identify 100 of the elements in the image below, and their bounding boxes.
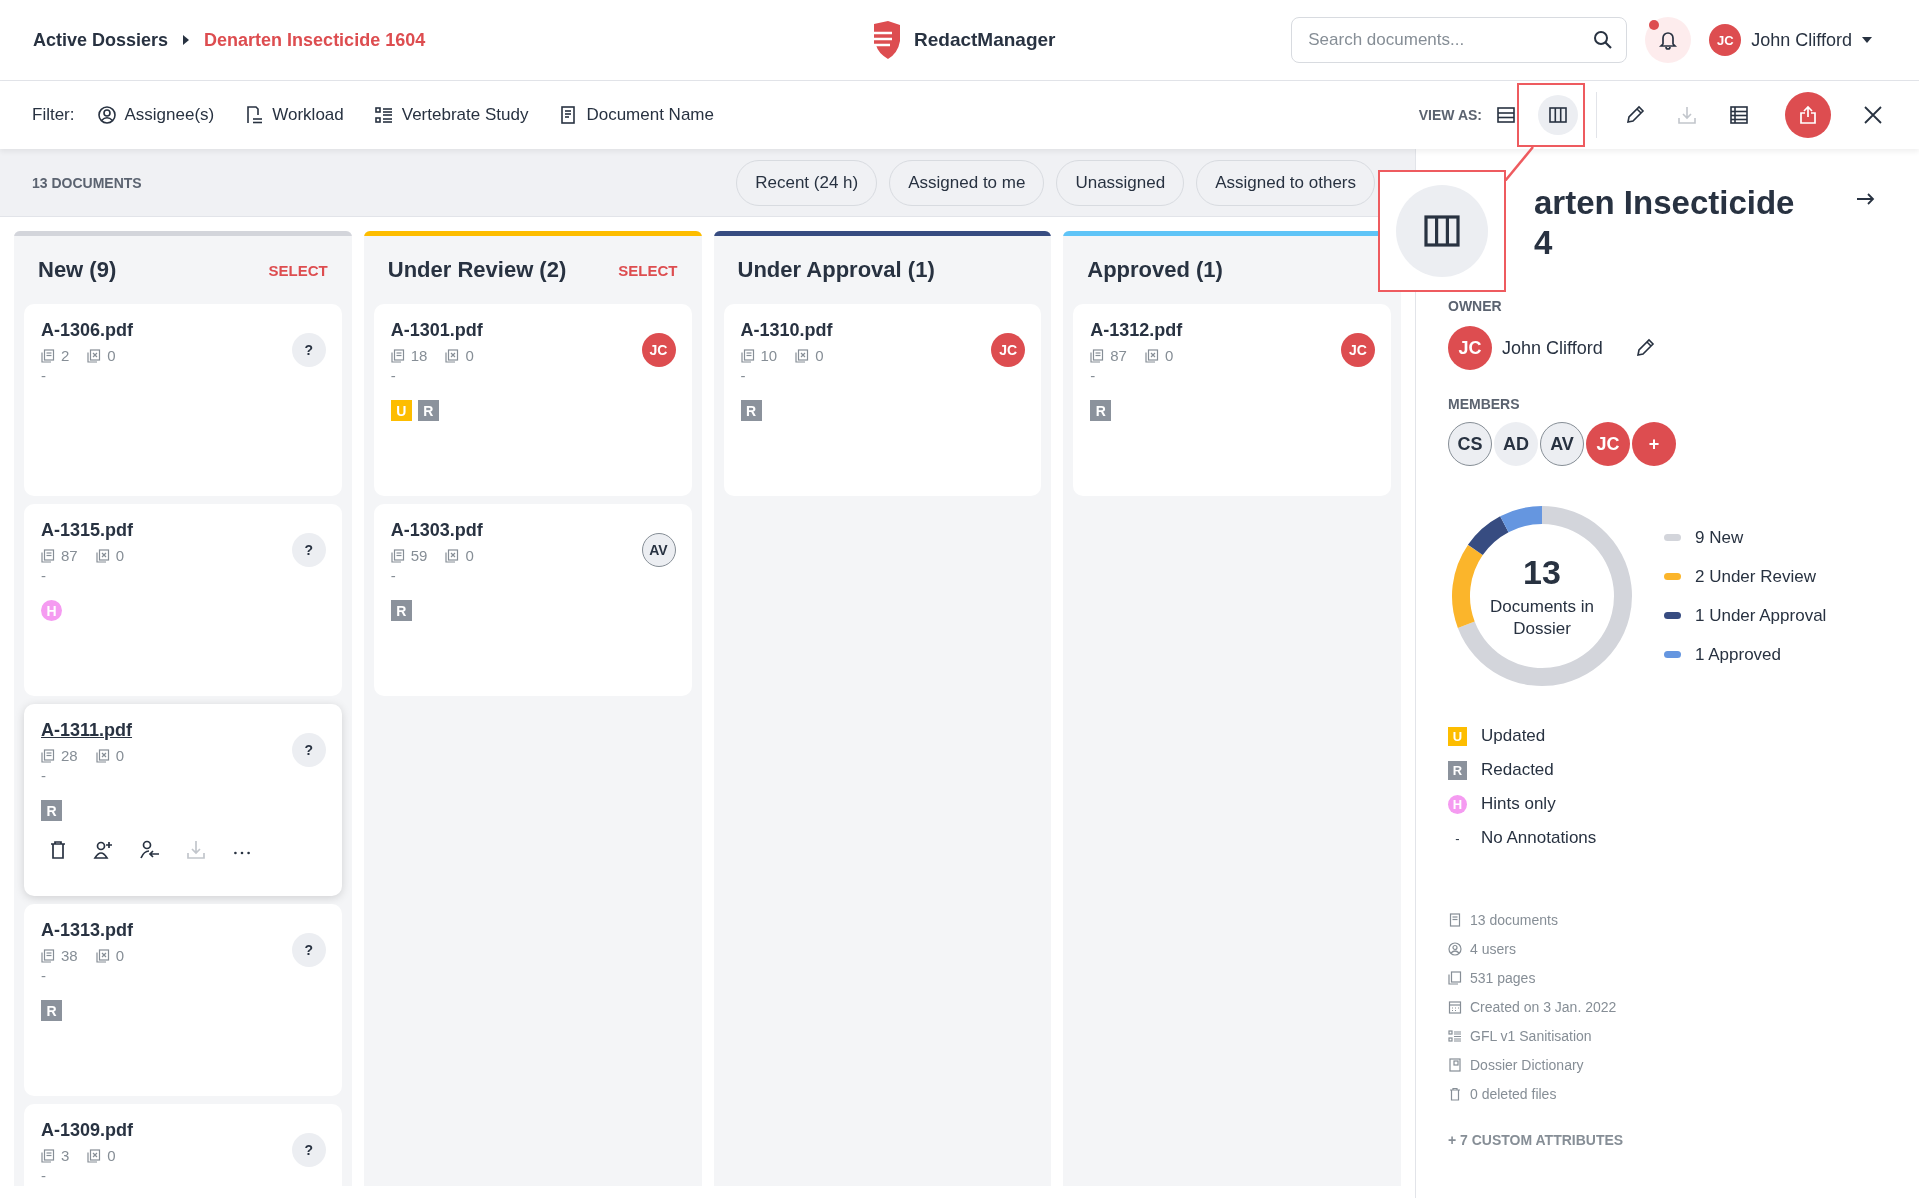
breadcrumb-link[interactable]: Active Dossiers [33, 29, 169, 51]
owner-label: OWNER [1448, 298, 1503, 315]
annotation-note: - [41, 967, 47, 984]
file-name[interactable]: A-1303.pdf [390, 520, 486, 541]
pencil-icon[interactable] [1634, 338, 1655, 359]
export-button[interactable] [1785, 92, 1831, 138]
pages-icon [390, 348, 405, 363]
assign-me-button[interactable] [139, 839, 161, 861]
file-name[interactable]: A-1310.pdf [740, 320, 836, 341]
caret-icon [1862, 37, 1872, 43]
search-icon [1593, 30, 1614, 50]
assignee-avatar: ? [291, 933, 326, 967]
add-member-button[interactable]: + [1632, 422, 1676, 467]
assignee-avatar: ? [291, 333, 326, 367]
document-card[interactable]: A-1303.pdf 59 0 - AV R [373, 504, 692, 696]
quick-filter-chip[interactable]: Assigned to others [1196, 159, 1375, 206]
owner-name: John Clifford [1502, 337, 1603, 359]
document-card[interactable]: A-1310.pdf 10 0 - JC R [723, 304, 1042, 496]
list-icon [1448, 1029, 1462, 1044]
select-link[interactable]: SELECT [268, 261, 328, 279]
dossier-stat: GFL v1 Sanitisation [1470, 1028, 1592, 1045]
document-card[interactable]: A-1306.pdf 2 0 - ? [24, 304, 342, 496]
status-badge: U [1448, 726, 1467, 746]
document-card[interactable]: A-1315.pdf 87 0 - ? H [24, 504, 342, 696]
status-badge: U [390, 400, 412, 421]
status-badge: R [41, 800, 62, 821]
excluded-pages-icon [445, 348, 460, 363]
excluded-count: 0 [815, 347, 824, 364]
file-name[interactable]: A-1306.pdf [41, 320, 134, 341]
notifications-button[interactable] [1645, 17, 1692, 63]
filter-button[interactable]: Workload [244, 105, 344, 125]
quick-filter-chip[interactable]: Unassigned [1056, 159, 1185, 206]
pages-icon [1090, 348, 1105, 363]
user-menu[interactable]: JC John Clifford [1709, 24, 1872, 56]
annotation-note: - [1090, 367, 1097, 384]
assignee-avatar: ? [291, 1133, 326, 1167]
download-icon [1677, 105, 1697, 125]
file-name[interactable]: A-1301.pdf [390, 320, 486, 341]
excluded-count: 0 [115, 747, 125, 764]
board-view-button[interactable] [1538, 95, 1578, 135]
status-badge: R [417, 400, 439, 421]
select-link[interactable]: SELECT [618, 261, 678, 279]
member-avatar: JC [1586, 422, 1630, 467]
excluded-pages-icon [87, 348, 102, 363]
excluded-pages-icon [95, 548, 110, 563]
filter-button[interactable]: Document Name [558, 105, 714, 125]
document-card[interactable]: A-1312.pdf 87 0 - JC R [1073, 304, 1391, 496]
page-count: 18 [410, 347, 428, 364]
members-label: MEMBERS [1448, 396, 1521, 413]
member-avatar: AV [1540, 422, 1584, 467]
quick-filter-chip[interactable]: Recent (24 h) [736, 159, 878, 206]
document-card[interactable]: A-1309.pdf 3 0 - ? [24, 1104, 342, 1186]
file-name[interactable]: A-1311.pdf [41, 720, 137, 741]
app-name: RedactManager [914, 29, 1056, 51]
assignee-avatar: ? [291, 733, 326, 767]
excluded-pages-icon [95, 748, 110, 763]
column-title: Approved (1) [1087, 257, 1223, 283]
calendar-icon [1448, 1000, 1462, 1015]
bell-icon [1658, 30, 1679, 50]
excluded-count: 0 [465, 547, 474, 564]
dossier-stat: Dossier Dictionary [1470, 1057, 1584, 1074]
table-icon [1729, 105, 1749, 125]
columns-icon [1548, 105, 1568, 125]
excluded-count: 0 [465, 347, 474, 364]
dossier-stat: 13 documents [1470, 912, 1558, 929]
view-as-label: VIEW AS: [1418, 107, 1482, 123]
arrow-right-icon[interactable] [1857, 193, 1875, 205]
document-card[interactable]: A-1313.pdf 38 0 - ? R [24, 904, 342, 1096]
legend-label: Redacted [1481, 760, 1554, 781]
assign-button[interactable] [93, 839, 115, 861]
status-badge: R [1090, 400, 1112, 421]
trash-icon [1448, 1087, 1462, 1102]
file-name[interactable]: A-1313.pdf [41, 920, 137, 941]
pages-icon [41, 948, 55, 963]
annotation-note: - [740, 367, 747, 384]
file-name[interactable]: A-1309.pdf [41, 1120, 134, 1141]
page-count: 10 [760, 347, 778, 364]
filter-button[interactable]: Vertebrate Study [373, 105, 529, 125]
filter-button[interactable]: Assignee(s) [96, 105, 215, 125]
filter-label: Filter: [32, 105, 75, 125]
file-name[interactable]: A-1312.pdf [1090, 320, 1186, 341]
excluded-count: 0 [115, 947, 125, 964]
excluded-pages-icon [1144, 348, 1159, 363]
excluded-pages-icon [95, 948, 110, 963]
status-badge: H [1448, 794, 1467, 814]
excluded-count: 0 [115, 547, 125, 564]
user-icon [1448, 942, 1462, 957]
legend-label: 1 Approved [1695, 644, 1781, 665]
document-card[interactable]: A-1301.pdf 18 0 - JC U R [373, 304, 692, 496]
pages-icon [41, 748, 55, 763]
file-name[interactable]: A-1315.pdf [41, 520, 137, 541]
quick-filter-chip[interactable]: Assigned to me [889, 159, 1045, 206]
document-card[interactable]: A-1311.pdf 28 0 - ? R [24, 704, 342, 896]
dossier-stat: 531 pages [1470, 970, 1536, 987]
dossier-stat: Created on 3 Jan. 2022 [1470, 999, 1617, 1016]
search-field[interactable]: Search documents... [1291, 17, 1628, 63]
pencil-icon [1625, 105, 1645, 125]
excluded-count: 0 [107, 347, 116, 364]
excluded-pages-icon [445, 548, 460, 563]
person-icon [96, 105, 117, 125]
